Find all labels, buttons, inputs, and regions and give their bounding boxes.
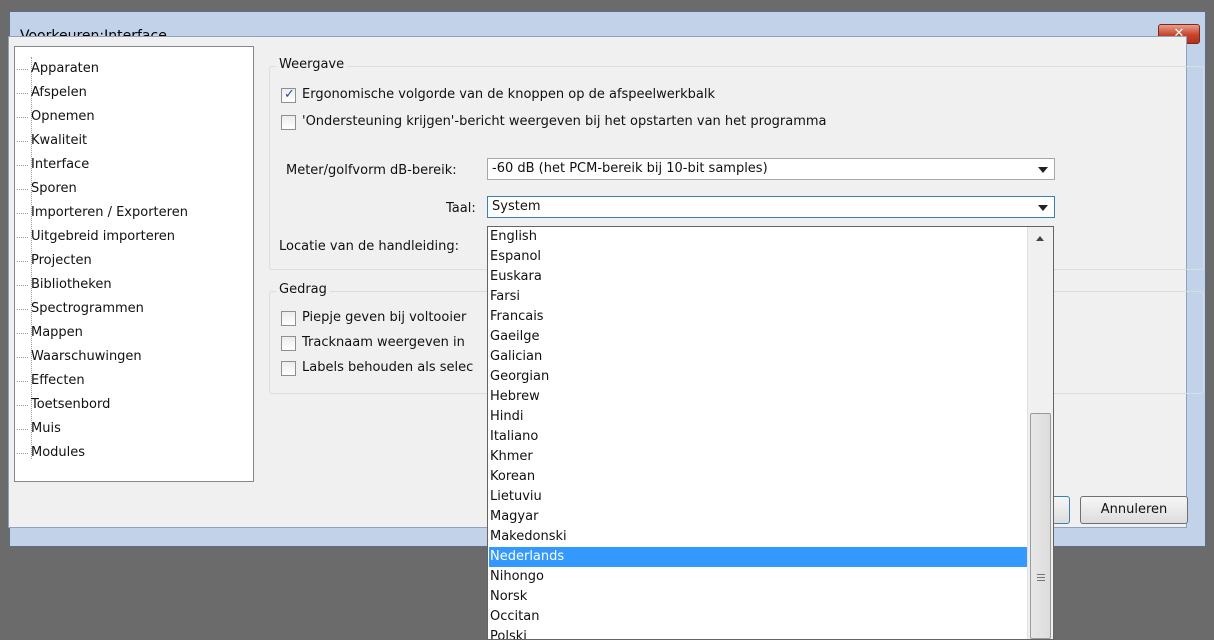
language-option-polski[interactable]: Polski (489, 627, 1027, 639)
language-option-euskara[interactable]: Euskara (489, 267, 1027, 287)
tree-item-bibliotheken[interactable]: Bibliotheken (17, 273, 112, 297)
cancel-button[interactable]: Annuleren (1080, 496, 1188, 524)
track-name-label: Tracknaam weergeven in (302, 335, 465, 350)
language-option-magyar[interactable]: Magyar (489, 507, 1027, 527)
tree-item-importeren-exporteren[interactable]: Importeren / Exporteren (17, 201, 188, 225)
language-option-nihongo[interactable]: Nihongo (489, 567, 1027, 587)
tree-item-uitgebreid-importeren[interactable]: Uitgebreid importeren (17, 225, 175, 249)
tree-item-projecten[interactable]: Projecten (17, 249, 92, 273)
tree-item-opnemen[interactable]: Opnemen (17, 105, 95, 129)
tree-item-afspelen[interactable]: Afspelen (17, 81, 87, 105)
preferences-tree[interactable]: Apparaten Afspelen Opnemen Kwaliteit Int… (14, 46, 254, 482)
tree-item-apparaten[interactable]: Apparaten (16, 57, 99, 81)
support-message-label: 'Ondersteuning krijgen'-bericht weergeve… (302, 114, 827, 129)
tree-item-sporen[interactable]: Sporen (17, 177, 77, 201)
weergave-group-title: Weergave (276, 57, 348, 72)
language-option-hindi[interactable]: Hindi (489, 407, 1027, 427)
beep-checkbox[interactable] (281, 311, 296, 326)
dropdown-scrollbar[interactable] (1027, 227, 1053, 639)
language-option-farsi[interactable]: Farsi (489, 287, 1027, 307)
language-option-makedonski[interactable]: Makedonski (489, 527, 1027, 547)
tree-item-kwaliteit[interactable]: Kwaliteit (16, 129, 87, 153)
tree-item-toetsenbord[interactable]: Toetsenbord (16, 393, 110, 417)
language-option-georgian[interactable]: Georgian (489, 367, 1027, 387)
language-option-gaeilge[interactable]: Gaeilge (489, 327, 1027, 347)
tree-item-waarschuwingen[interactable]: Waarschuwingen (17, 345, 142, 369)
tree-item-interface[interactable]: Interface (16, 153, 89, 177)
beep-label: Piepje geven bij voltooier (302, 310, 467, 325)
language-option-english[interactable]: English (489, 227, 1027, 247)
grip-icon (1037, 574, 1045, 581)
language-select[interactable]: System (487, 196, 1055, 218)
keep-labels-checkbox[interactable] (281, 361, 296, 376)
meter-range-select[interactable]: -60 dB (het PCM-bereik bij 10-bit sample… (487, 158, 1055, 180)
manual-location-label: Locatie van de handleiding: (279, 239, 459, 254)
language-option-norsk[interactable]: Norsk (489, 587, 1027, 607)
tree-item-effecten[interactable]: Effecten (17, 369, 85, 393)
scroll-thumb[interactable] (1030, 413, 1051, 639)
language-option-lietuviu[interactable]: Lietuviu (489, 487, 1027, 507)
language-option-occitan[interactable]: Occitan (489, 607, 1027, 627)
language-option-galician[interactable]: Galician (489, 347, 1027, 367)
support-message-checkbox[interactable] (281, 115, 296, 130)
meter-range-label: Meter/golfvorm dB-bereik: (286, 163, 457, 178)
ergonomic-order-checkbox[interactable] (281, 87, 296, 103)
tree-item-muis[interactable]: Muis (17, 417, 61, 441)
tree-item-modules[interactable]: Modules (16, 441, 85, 465)
chevron-down-icon (1038, 167, 1048, 173)
keep-labels-label: Labels behouden als selec (302, 360, 474, 375)
tree-item-spectrogrammen[interactable]: Spectrogrammen (17, 297, 144, 321)
scroll-up-arrow-icon[interactable] (1036, 236, 1044, 241)
language-dropdown-list[interactable]: English Espanol Euskara Farsi Francais G… (487, 226, 1054, 640)
language-option-nederlands[interactable]: Nederlands (489, 547, 1027, 567)
chevron-down-icon (1038, 205, 1048, 211)
language-option-hebrew[interactable]: Hebrew (489, 387, 1027, 407)
ergonomic-order-label: Ergonomische volgorde van de knoppen op … (302, 87, 716, 102)
language-option-khmer[interactable]: Khmer (489, 447, 1027, 467)
language-value: System (492, 199, 541, 214)
tree-item-mappen[interactable]: Mappen (17, 321, 83, 345)
gedrag-group-title: Gedrag (276, 282, 330, 297)
language-option-francais[interactable]: Francais (489, 307, 1027, 327)
language-option-italiano[interactable]: Italiano (489, 427, 1027, 447)
language-option-espanol[interactable]: Espanol (489, 247, 1027, 267)
language-option-korean[interactable]: Korean (489, 467, 1027, 487)
meter-range-value: -60 dB (het PCM-bereik bij 10-bit sample… (492, 161, 768, 176)
language-label: Taal: (446, 201, 476, 216)
track-name-checkbox[interactable] (281, 336, 296, 351)
